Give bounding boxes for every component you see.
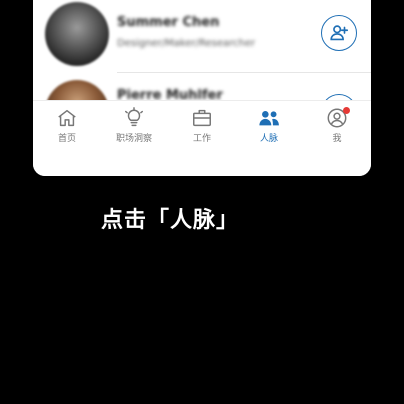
tab-label: 我 [332, 134, 342, 144]
tab-home[interactable]: 首页 [33, 101, 101, 149]
tab-label: 职场洞察 [115, 134, 152, 144]
connection-suggestion[interactable]: Summer Chen Designer/Maker/Researcher [33, 0, 371, 73]
bottom-tab-bar: 首页 职场洞察 工作 人脉 我 [33, 100, 371, 176]
connection-headline: Designer/Maker/Researcher [117, 38, 256, 49]
tab-label: 首页 [57, 134, 76, 144]
app-screen: Summer Chen Designer/Maker/Researcher Pi… [33, 0, 371, 176]
add-person-icon [330, 25, 349, 41]
notification-badge [343, 107, 350, 114]
home-icon [58, 109, 76, 127]
connection-name[interactable]: Summer Chen [117, 15, 219, 30]
tab-label: 工作 [192, 134, 211, 144]
people-icon [259, 111, 279, 126]
add-connection-button[interactable] [321, 15, 357, 51]
briefcase-icon [193, 109, 211, 127]
lightbulb-icon [125, 107, 143, 127]
row-divider [117, 72, 371, 73]
avatar[interactable] [45, 2, 109, 66]
tab-insights[interactable]: 职场洞察 [100, 101, 168, 149]
tab-jobs[interactable]: 工作 [168, 101, 236, 149]
tab-label: 人脉 [259, 134, 278, 144]
tab-network[interactable]: 人脉 [235, 101, 303, 149]
instruction-caption: 点击「人脉」 [100, 208, 239, 233]
tab-me[interactable]: 我 [303, 101, 371, 149]
